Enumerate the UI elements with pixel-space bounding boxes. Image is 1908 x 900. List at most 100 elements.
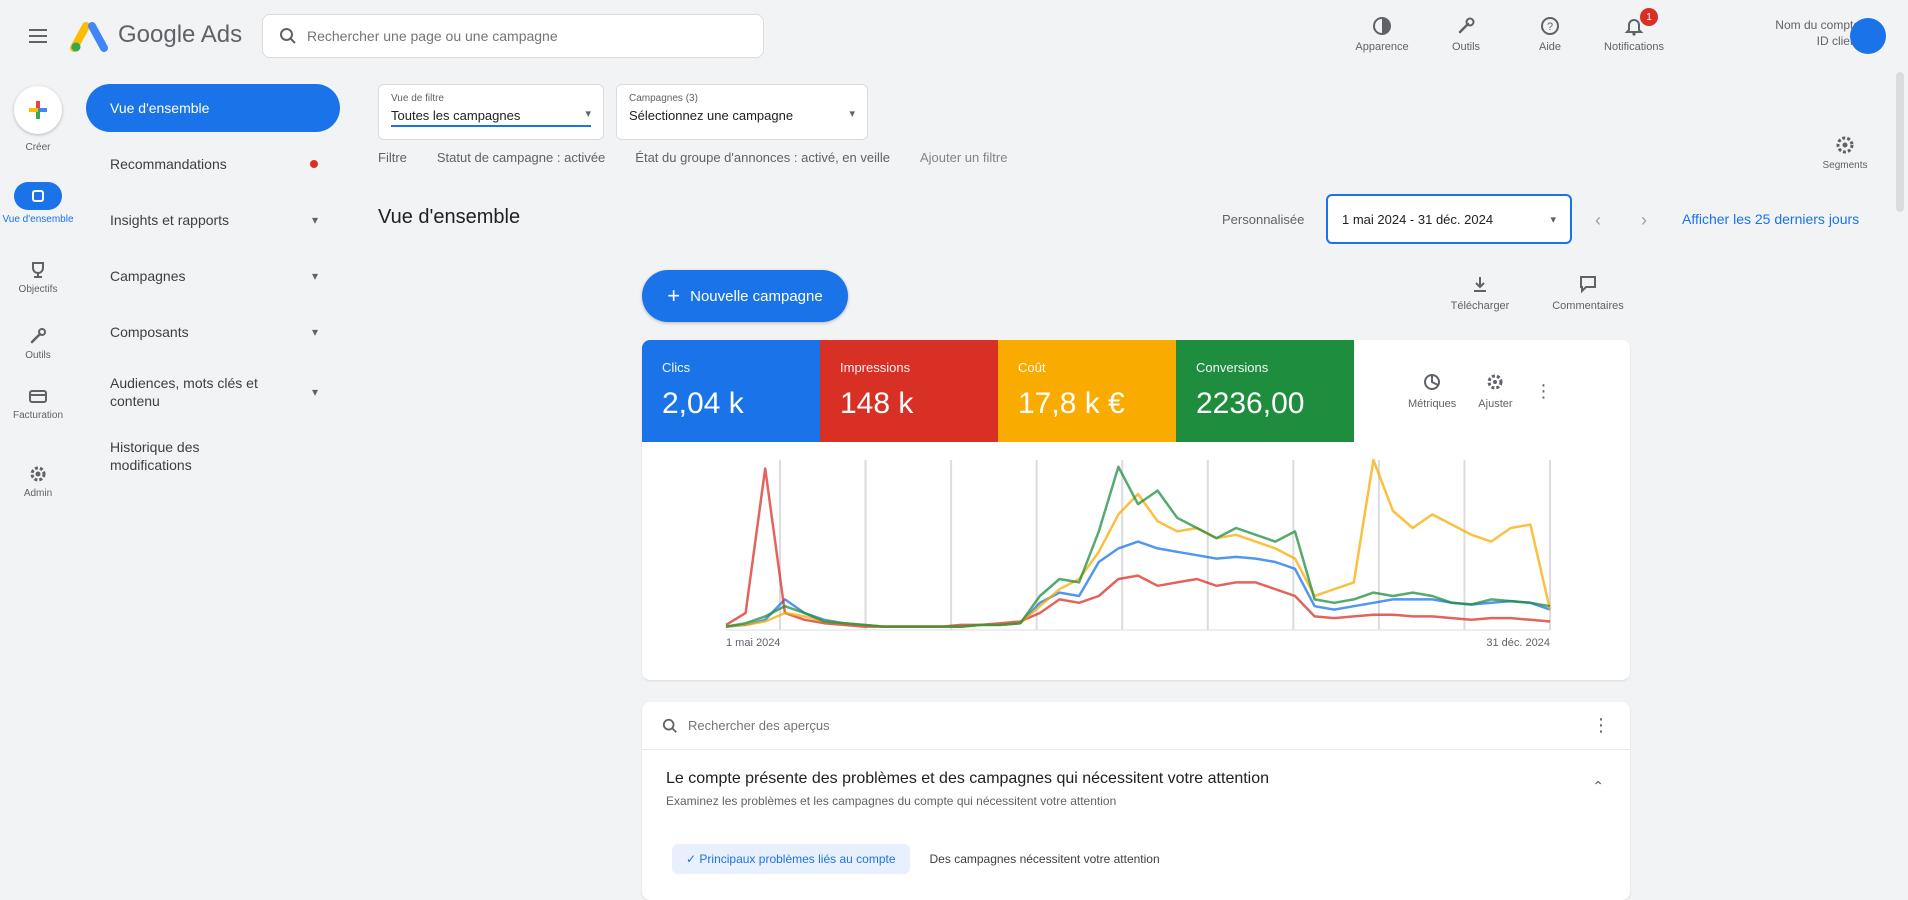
chevron-up-icon[interactable]: ⌃: [1592, 778, 1604, 795]
metric-tools: Métriques Ajuster ⋮: [1354, 340, 1553, 442]
x-axis-end-label: 31 déc. 2024: [1486, 637, 1550, 649]
tools-icon: [1458, 17, 1475, 34]
download-icon: [1474, 277, 1486, 292]
metrics-row: Clics 2,04 k Impressions 148 k Coût 17,8…: [642, 340, 1630, 442]
check-icon: ✓: [686, 852, 697, 866]
gear-icon: [30, 466, 46, 482]
download-button[interactable]: Télécharger: [1432, 274, 1528, 312]
plus-icon: [29, 101, 47, 119]
nav-panel: Vue d'ensemble Recommandations Insights …: [86, 84, 340, 492]
google-ads-logo-icon: [70, 22, 108, 52]
filter-chip-adgroup-status[interactable]: État du groupe d'annonces : activé, en v…: [635, 150, 890, 165]
new-campaign-button[interactable]: + Nouvelle campagne: [642, 270, 848, 322]
help-button[interactable]: ? Aide: [1508, 6, 1592, 62]
search-input[interactable]: [307, 28, 747, 44]
segments-icon: [1836, 136, 1854, 154]
issues-subtitle: Examinez les problèmes et les campagnes …: [666, 794, 1117, 808]
metric-conversions[interactable]: Conversions 2236,00: [1176, 340, 1354, 442]
nav-item-change-history[interactable]: Historique des modifications: [86, 428, 340, 484]
series-line-conversions[interactable]: [725, 465, 1551, 628]
rail-item-admin[interactable]: Admin: [0, 464, 76, 500]
rail-item-goals[interactable]: Objectifs: [0, 260, 76, 296]
next-period-button[interactable]: ›: [1630, 206, 1658, 234]
tab-campaigns-attention[interactable]: Des campagnes nécessitent votre attentio…: [930, 852, 1160, 866]
rail-item-overview[interactable]: Vue d'ensemble: [0, 182, 76, 226]
nav-item-audiences[interactable]: Audiences, mots clés et contenu ▾: [86, 364, 340, 420]
issues-tabs: ✓ Principaux problèmes liés au compte De…: [672, 844, 1630, 874]
previous-period-button[interactable]: ‹: [1584, 206, 1612, 234]
segments-button[interactable]: Segments: [1800, 134, 1890, 171]
show-recent-link[interactable]: Afficher les 25 derniers jours: [1682, 211, 1859, 227]
workspace-filter-dropdown[interactable]: Vue de filtre Toutes les campagnes ▾: [378, 84, 604, 140]
trophy-icon: [32, 262, 44, 278]
issues-header: Le compte présente des problèmes et des …: [642, 750, 1630, 808]
billing-icon: [29, 390, 47, 403]
google-ads-logo[interactable]: Google Ads: [70, 18, 242, 52]
top-actions: Apparence Outils ? Aide 1 Notifications: [1340, 6, 1676, 62]
feedback-button[interactable]: Commentaires: [1540, 274, 1636, 312]
campaigns-icon: [32, 190, 44, 202]
rail-item-billing[interactable]: Facturation: [0, 386, 76, 422]
campaign-select-dropdown[interactable]: Campagnes (3) Sélectionnez une campagne …: [616, 84, 868, 140]
metric-clicks[interactable]: Clics 2,04 k: [642, 340, 820, 442]
chevron-down-icon: ▾: [311, 325, 318, 339]
avatar[interactable]: [1850, 18, 1886, 54]
more-options-button[interactable]: ⋮: [1535, 382, 1553, 400]
metric-cost[interactable]: Coût 17,8 k €: [998, 340, 1176, 442]
brand-name: Google Ads: [118, 21, 243, 48]
more-vert-icon[interactable]: ⋮: [1592, 715, 1610, 736]
rail-item-tools[interactable]: Outils: [0, 326, 76, 362]
rail-create-label: Créer: [25, 142, 51, 153]
feedback-icon: [1580, 276, 1596, 294]
chevron-down-icon: ▾: [849, 108, 855, 120]
series-line-coût[interactable]: [725, 458, 1552, 628]
nav-item-assets[interactable]: Composants ▾: [86, 308, 340, 356]
alert-dot: [310, 160, 318, 168]
insights-search-input[interactable]: [688, 718, 1582, 733]
metric-impressions[interactable]: Impressions 148 k: [820, 340, 998, 442]
help-icon: ?: [1541, 17, 1559, 35]
performance-chart: 1 mai 2024 31 déc. 2024: [725, 458, 1552, 649]
filter-label: Filtre: [378, 150, 407, 165]
more-vert-icon: ⋮: [1534, 381, 1553, 401]
chevron-left-icon: ‹: [1595, 209, 1601, 230]
nav-item-insights[interactable]: Insights et rapports ▾: [86, 196, 340, 244]
top-bar: Google Ads Apparence Outils ?: [0, 0, 1908, 72]
search-bar[interactable]: [262, 14, 764, 58]
chevron-down-icon: ▾: [585, 108, 591, 120]
notification-badge: 1: [1640, 8, 1658, 26]
metrics-icon: [1424, 374, 1441, 390]
insights-search-bar[interactable]: ⋮: [642, 702, 1630, 750]
date-range-picker[interactable]: 1 mai 2024 - 31 déc. 2024 ▾: [1326, 194, 1572, 244]
page-scrollbar[interactable]: [1896, 72, 1904, 212]
issues-title: Le compte présente des problèmes et des …: [666, 770, 1270, 787]
appearance-icon: [1373, 17, 1391, 35]
nav-item-overview[interactable]: Vue d'ensemble: [86, 84, 340, 132]
tools-icon: [30, 328, 46, 344]
performance-card: Clics 2,04 k Impressions 148 k Coût 17,8…: [642, 340, 1630, 680]
page-title: Vue d'ensemble: [378, 206, 521, 228]
tab-account-issues[interactable]: ✓ Principaux problèmes liés au compte: [672, 844, 910, 874]
metrics-button[interactable]: Métriques: [1408, 372, 1456, 410]
main-menu-button[interactable]: [24, 24, 52, 48]
chevron-down-icon: ▾: [311, 213, 318, 227]
svg-text:?: ?: [1547, 21, 1553, 33]
account-info[interactable]: Nom du compte ID client: [1660, 18, 1860, 48]
chevron-down-icon: ▾: [311, 385, 318, 399]
create-button[interactable]: [14, 86, 62, 134]
nav-item-campaigns[interactable]: Campagnes ▾: [86, 252, 340, 300]
chevron-down-icon: ▾: [311, 269, 318, 283]
series-line-clics[interactable]: [725, 540, 1551, 628]
adjust-icon: [1487, 374, 1503, 390]
plus-icon: +: [667, 283, 681, 308]
filter-chip-campaign-status[interactable]: Statut de campagne : activée: [437, 150, 605, 165]
x-axis-start-label: 1 mai 2024: [726, 637, 780, 649]
tools-button[interactable]: Outils: [1424, 6, 1508, 62]
adjust-button[interactable]: Ajuster: [1478, 372, 1513, 410]
insights-card: ⋮ Le compte présente des problèmes et de…: [642, 702, 1630, 900]
nav-item-recommendations[interactable]: Recommandations: [86, 140, 340, 188]
series-line-impressions[interactable]: [725, 467, 1551, 628]
appearance-button[interactable]: Apparence: [1340, 6, 1424, 62]
search-icon: [662, 718, 677, 733]
add-filter-button[interactable]: Ajouter un filtre: [920, 150, 1007, 165]
